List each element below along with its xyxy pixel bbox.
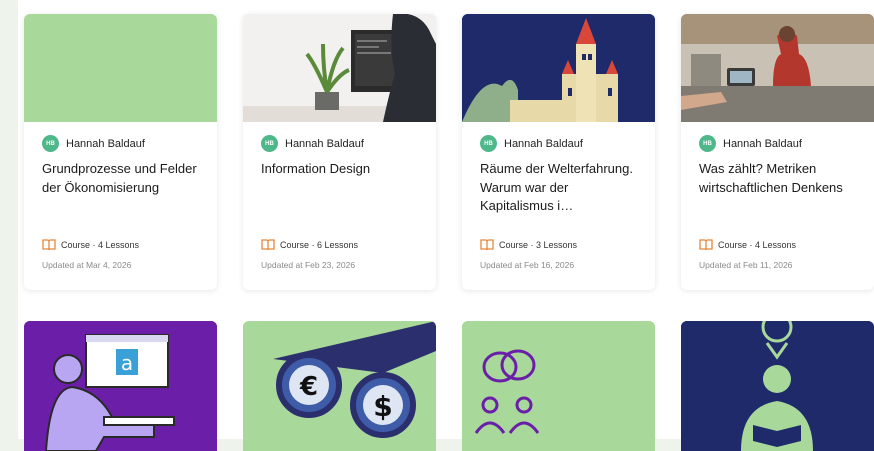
course-thumbnail [681, 321, 874, 451]
course-card[interactable]: HB Hannah Baldauf Grundprozesse und Feld… [24, 14, 217, 290]
course-meta: Course · 3 Lessons [480, 239, 577, 251]
course-card[interactable]: € $ [243, 321, 436, 451]
course-thumbnail [243, 14, 436, 122]
avatar: HB [42, 135, 59, 152]
updated-date: Updated at Feb 11, 2026 [699, 260, 793, 270]
course-meta-text: Course · 4 Lessons [718, 240, 797, 250]
euro-symbol: € [299, 372, 318, 402]
cafe-photo [681, 14, 874, 122]
course-meta: Course · 4 Lessons [699, 239, 796, 251]
author-row: HB Hannah Baldauf [261, 135, 364, 152]
course-thumbnail [462, 14, 655, 122]
app-logo-letter: a [121, 351, 133, 375]
avatar: HB [480, 135, 497, 152]
course-card[interactable]: HB Hannah Baldauf Räume der Welterfahrun… [462, 14, 655, 290]
course-thumbnail: € $ [243, 321, 436, 451]
course-title[interactable]: Grundprozesse und Felder der Ökonomisier… [42, 160, 202, 197]
course-title[interactable]: Information Design [261, 160, 421, 179]
avatar: HB [699, 135, 716, 152]
course-thumbnail: a [24, 321, 217, 451]
course-thumbnail [681, 14, 874, 122]
book-icon [261, 239, 275, 251]
course-meta-text: Course · 3 Lessons [499, 240, 578, 250]
course-meta: Course · 6 Lessons [261, 239, 358, 251]
updated-date: Updated at Mar 4, 2026 [42, 260, 132, 270]
updated-date: Updated at Feb 23, 2026 [261, 260, 356, 270]
course-meta-text: Course · 6 Lessons [280, 240, 359, 250]
book-icon [480, 239, 494, 251]
updated-date: Updated at Feb 16, 2026 [480, 260, 575, 270]
author-name: Hannah Baldauf [504, 137, 583, 150]
author-name: Hannah Baldauf [723, 137, 802, 150]
course-card[interactable]: HB Hannah Baldauf Information Design Cou… [243, 14, 436, 290]
course-card[interactable]: HB Hannah Baldauf Was zählt? Metriken wi… [681, 14, 874, 290]
course-meta-text: Course · 4 Lessons [61, 240, 140, 250]
course-title[interactable]: Räume der Welterfahrung. Warum war der K… [480, 160, 640, 216]
book-icon [699, 239, 713, 251]
book-icon [42, 239, 56, 251]
course-grid: HB Hannah Baldauf Grundprozesse und Feld… [18, 0, 874, 451]
author-row: HB Hannah Baldauf [42, 135, 145, 152]
course-card[interactable] [681, 321, 874, 451]
course-card[interactable]: a [24, 321, 217, 451]
author-name: Hannah Baldauf [66, 137, 145, 150]
dollar-symbol: $ [373, 390, 392, 423]
course-card[interactable] [462, 321, 655, 451]
castle-illustration [462, 14, 655, 122]
course-meta: Course · 4 Lessons [42, 239, 139, 251]
author-row: HB Hannah Baldauf [699, 135, 802, 152]
workspace-photo [243, 14, 436, 122]
author-row: HB Hannah Baldauf [480, 135, 583, 152]
author-name: Hannah Baldauf [285, 137, 364, 150]
course-title[interactable]: Was zählt? Metriken wirtschaftlichen Den… [699, 160, 859, 197]
avatar: HB [261, 135, 278, 152]
course-thumbnail [462, 321, 655, 451]
course-thumbnail [24, 14, 217, 122]
